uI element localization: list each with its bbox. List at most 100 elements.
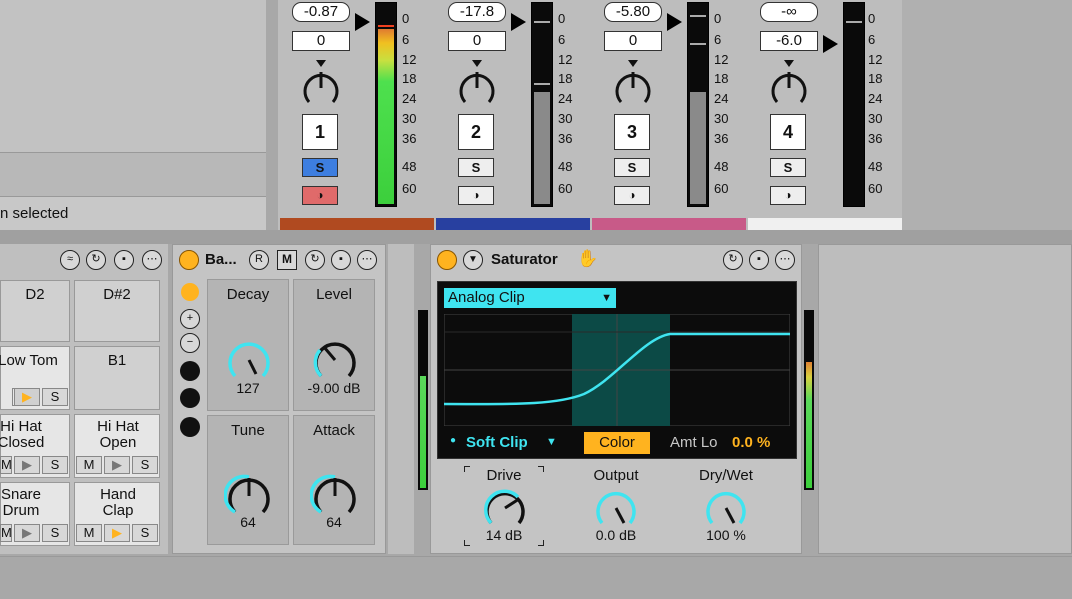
drum-pad-d2[interactable]: D2 bbox=[0, 280, 70, 342]
pad-solo-snare-drum[interactable]: S bbox=[42, 524, 68, 542]
db-scale-tick: 6 bbox=[714, 32, 722, 47]
grid-icon[interactable] bbox=[180, 417, 200, 437]
pad-mute-hand-clap[interactable]: M bbox=[76, 524, 102, 542]
pad-play-hi-hat-closed[interactable]: ▶ bbox=[14, 456, 40, 474]
solo-button-3[interactable]: S bbox=[614, 158, 650, 177]
chain-mixer-strip bbox=[388, 244, 414, 554]
chain-output-meter bbox=[418, 310, 428, 490]
drum-pad-b1[interactable]: B1 bbox=[74, 346, 160, 410]
pad-play-snare-drum[interactable]: ▶ bbox=[14, 524, 40, 542]
volume-field-4[interactable]: -∞ bbox=[760, 2, 818, 22]
tune-knob[interactable] bbox=[224, 472, 274, 520]
hot-swap-icon[interactable]: ↻ bbox=[86, 250, 106, 270]
pad-solo-hand-clap[interactable]: S bbox=[132, 524, 158, 542]
db-scale-tick: 24 bbox=[868, 91, 883, 106]
more-options-icon[interactable]: ⋯ bbox=[142, 250, 162, 270]
attack-knob[interactable] bbox=[310, 472, 360, 520]
drive-knob[interactable] bbox=[481, 485, 529, 531]
pad-play-low-tom[interactable]: ▶ bbox=[14, 388, 40, 406]
collapse-device-icon[interactable]: ▼ bbox=[463, 250, 483, 270]
pan-knob-1[interactable] bbox=[299, 58, 343, 110]
knob-cell-level: Level -9.00 dB bbox=[293, 279, 375, 411]
pan-knob-4[interactable] bbox=[767, 58, 811, 110]
arm-button-2[interactable]: ◑ bbox=[458, 186, 494, 205]
pad-solo-hi-hat-closed[interactable]: S bbox=[42, 456, 68, 474]
device-on-button[interactable] bbox=[179, 250, 199, 270]
macro-orange-icon[interactable] bbox=[181, 283, 199, 301]
db-scale-tick: 12 bbox=[402, 52, 417, 67]
device-title[interactable]: Ba... bbox=[205, 251, 237, 268]
pan-field-2[interactable]: 0 bbox=[448, 31, 506, 51]
track-number-2[interactable]: 2 bbox=[458, 114, 494, 150]
soft-clip-dropdown[interactable]: Soft Clip bbox=[466, 434, 528, 451]
dry-wet-knob[interactable] bbox=[702, 485, 750, 531]
amt-lo-value[interactable]: 0.0 % bbox=[732, 434, 770, 451]
pad-play-hand-clap[interactable]: ▶ bbox=[104, 524, 130, 542]
pan-knob-3[interactable] bbox=[611, 58, 655, 110]
track-number-4[interactable]: 4 bbox=[770, 114, 806, 150]
chain-icon[interactable] bbox=[180, 388, 200, 408]
pad-mute-hi-hat-closed[interactable]: M bbox=[0, 456, 12, 474]
db-scale-tick: 24 bbox=[402, 91, 417, 106]
decay-knob[interactable] bbox=[224, 336, 274, 384]
volume-field-2[interactable]: -17.8 bbox=[448, 2, 506, 22]
map-button[interactable]: M bbox=[277, 250, 297, 270]
mode-dropdown[interactable]: Analog Clip ▼ bbox=[444, 288, 616, 308]
device-on-button[interactable] bbox=[437, 250, 457, 270]
pad-mute-snare-drum[interactable]: M bbox=[0, 524, 12, 542]
db-scale-tick: 36 bbox=[714, 131, 729, 146]
pad-solo-low-tom[interactable]: S bbox=[42, 388, 68, 406]
solo-button-1[interactable]: S bbox=[302, 158, 338, 177]
remove-variation-icon[interactable]: − bbox=[180, 333, 200, 353]
drive-label: Drive bbox=[486, 467, 522, 484]
save-preset-icon[interactable]: ▪ bbox=[114, 250, 134, 270]
db-scale-tick: 6 bbox=[868, 32, 876, 47]
pan-field-3[interactable]: 0 bbox=[604, 31, 662, 51]
db-scale-tick: 0 bbox=[402, 11, 410, 26]
saturator-title[interactable]: Saturator bbox=[491, 251, 558, 268]
randomize-button[interactable]: R bbox=[249, 250, 269, 270]
db-scale-tick: 0 bbox=[868, 11, 876, 26]
chevron-down-icon[interactable]: ▼ bbox=[546, 436, 557, 448]
db-scale-2: 0 6 12 18 24 30 36 48 60 bbox=[558, 12, 588, 212]
add-variation-icon[interactable]: + bbox=[180, 309, 200, 329]
more-options-icon[interactable]: ⋯ bbox=[357, 250, 377, 270]
pan-field-4[interactable]: -6.0 bbox=[760, 31, 818, 51]
pad-play-hi-hat-open[interactable]: ▶ bbox=[104, 456, 130, 474]
db-scale-tick: 36 bbox=[402, 131, 417, 146]
track-number-1[interactable]: 1 bbox=[302, 114, 338, 150]
arm-button-1[interactable]: ◑ bbox=[302, 186, 338, 205]
color-button[interactable]: Color bbox=[584, 432, 650, 454]
solo-button-4[interactable]: S bbox=[770, 158, 806, 177]
snapshot-icon[interactable] bbox=[180, 361, 200, 381]
hand-icon[interactable]: ✋ bbox=[577, 249, 598, 269]
db-scale-tick: 24 bbox=[558, 91, 573, 106]
volume-marker-1[interactable] bbox=[355, 13, 370, 31]
save-preset-icon[interactable]: ▪ bbox=[749, 250, 769, 270]
track-number-3[interactable]: 3 bbox=[614, 114, 650, 150]
hot-swap-icon[interactable]: ↻ bbox=[723, 250, 743, 270]
pad-mute-hi-hat-open[interactable]: M bbox=[76, 456, 102, 474]
level-knob[interactable] bbox=[310, 336, 360, 384]
db-scale-tick: 12 bbox=[868, 52, 883, 67]
hot-swap-icon[interactable]: ↻ bbox=[305, 250, 325, 270]
save-preset-icon[interactable]: ▪ bbox=[331, 250, 351, 270]
pan-knob-2[interactable] bbox=[455, 58, 499, 110]
arm-button-4[interactable]: ◑ bbox=[770, 186, 806, 205]
volume-field-1[interactable]: -0.87 bbox=[292, 2, 350, 22]
solo-button-2[interactable]: S bbox=[458, 158, 494, 177]
more-options-icon[interactable]: ⋯ bbox=[775, 250, 795, 270]
drum-pad-d-sharp-2[interactable]: D#2 bbox=[74, 280, 160, 342]
volume-marker-2[interactable] bbox=[511, 13, 526, 31]
volume-marker-4[interactable] bbox=[823, 35, 838, 53]
db-scale-tick: 36 bbox=[868, 131, 883, 146]
db-scale-tick: 48 bbox=[402, 159, 417, 174]
pan-field-1[interactable]: 0 bbox=[292, 31, 350, 51]
volume-marker-3[interactable] bbox=[667, 13, 682, 31]
macro-icon[interactable]: ≈ bbox=[60, 250, 80, 270]
pad-solo-hi-hat-open[interactable]: S bbox=[132, 456, 158, 474]
empty-device-slot[interactable] bbox=[818, 244, 1072, 554]
output-knob[interactable] bbox=[592, 485, 640, 531]
arm-button-3[interactable]: ◑ bbox=[614, 186, 650, 205]
volume-field-3[interactable]: -5.80 bbox=[604, 2, 662, 22]
